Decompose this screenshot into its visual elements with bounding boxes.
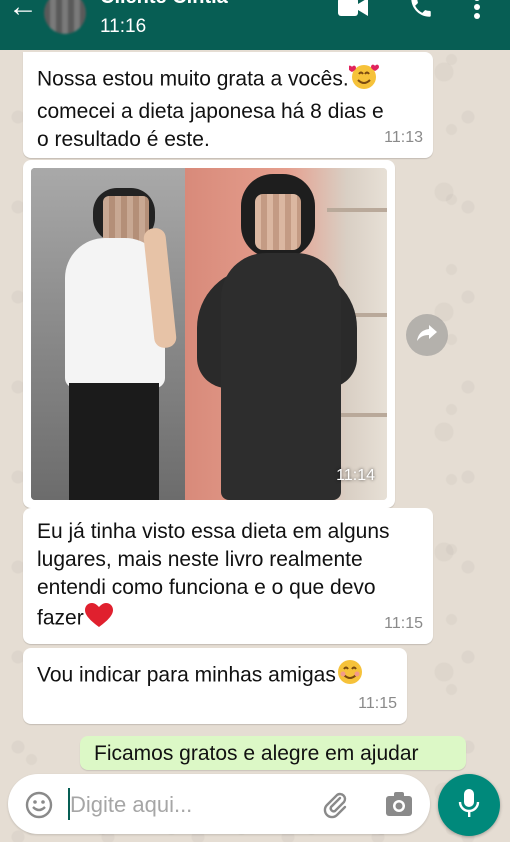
chat-header: ← Cliente Cintia 11:16 [0, 0, 510, 50]
contact-status-time: 11:16 [100, 16, 147, 37]
back-arrow-icon[interactable]: ← [8, 0, 38, 22]
avatar[interactable] [44, 0, 86, 34]
forward-button[interactable] [406, 314, 448, 356]
smiling-face-with-hearts-icon [347, 62, 379, 98]
message-time: 11:15 [358, 695, 397, 712]
voice-record-button[interactable] [438, 774, 500, 836]
message-time: 11:14 [336, 467, 375, 484]
voice-call-icon[interactable] [408, 0, 434, 25]
before-after-photo[interactable]: 11:14 [31, 168, 387, 500]
emoji-icon[interactable] [24, 790, 54, 825]
message-text: Nossa estou muito grata a vocês. comecei… [37, 62, 384, 154]
outgoing-message[interactable]: Ficamos gratos e alegre em ajudar [80, 736, 466, 770]
forward-arrow-icon [416, 323, 438, 348]
more-options-icon[interactable] [472, 0, 482, 25]
smiling-face-with-smiling-eyes-icon [336, 658, 364, 694]
incoming-message[interactable]: Vou indicar para minhas amigas 11:15 [23, 648, 407, 724]
after-photo [185, 168, 387, 500]
contact-name[interactable]: Cliente Cintia [100, 0, 228, 9]
message-composer [8, 774, 430, 834]
microphone-icon [458, 788, 480, 823]
message-text: Vou indicar para minhas amigas [37, 658, 364, 694]
incoming-message[interactable]: Eu já tinha visto essa dieta em alguns l… [23, 508, 433, 644]
message-input[interactable] [68, 786, 272, 824]
before-photo [31, 168, 185, 500]
message-text: Eu já tinha visto essa dieta em alguns l… [37, 518, 390, 636]
message-text: Ficamos gratos e alegre em ajudar [94, 742, 419, 765]
attach-clip-icon[interactable] [321, 790, 351, 825]
incoming-image-message[interactable]: 11:14 [23, 160, 395, 508]
message-time: 11:13 [384, 129, 423, 146]
incoming-message[interactable]: Nossa estou muito grata a vocês. comecei… [23, 52, 433, 158]
video-call-icon[interactable] [338, 0, 368, 25]
camera-icon[interactable] [384, 790, 414, 823]
red-heart-icon [84, 602, 114, 636]
text-caret [68, 788, 70, 820]
message-time: 11:15 [384, 615, 423, 632]
